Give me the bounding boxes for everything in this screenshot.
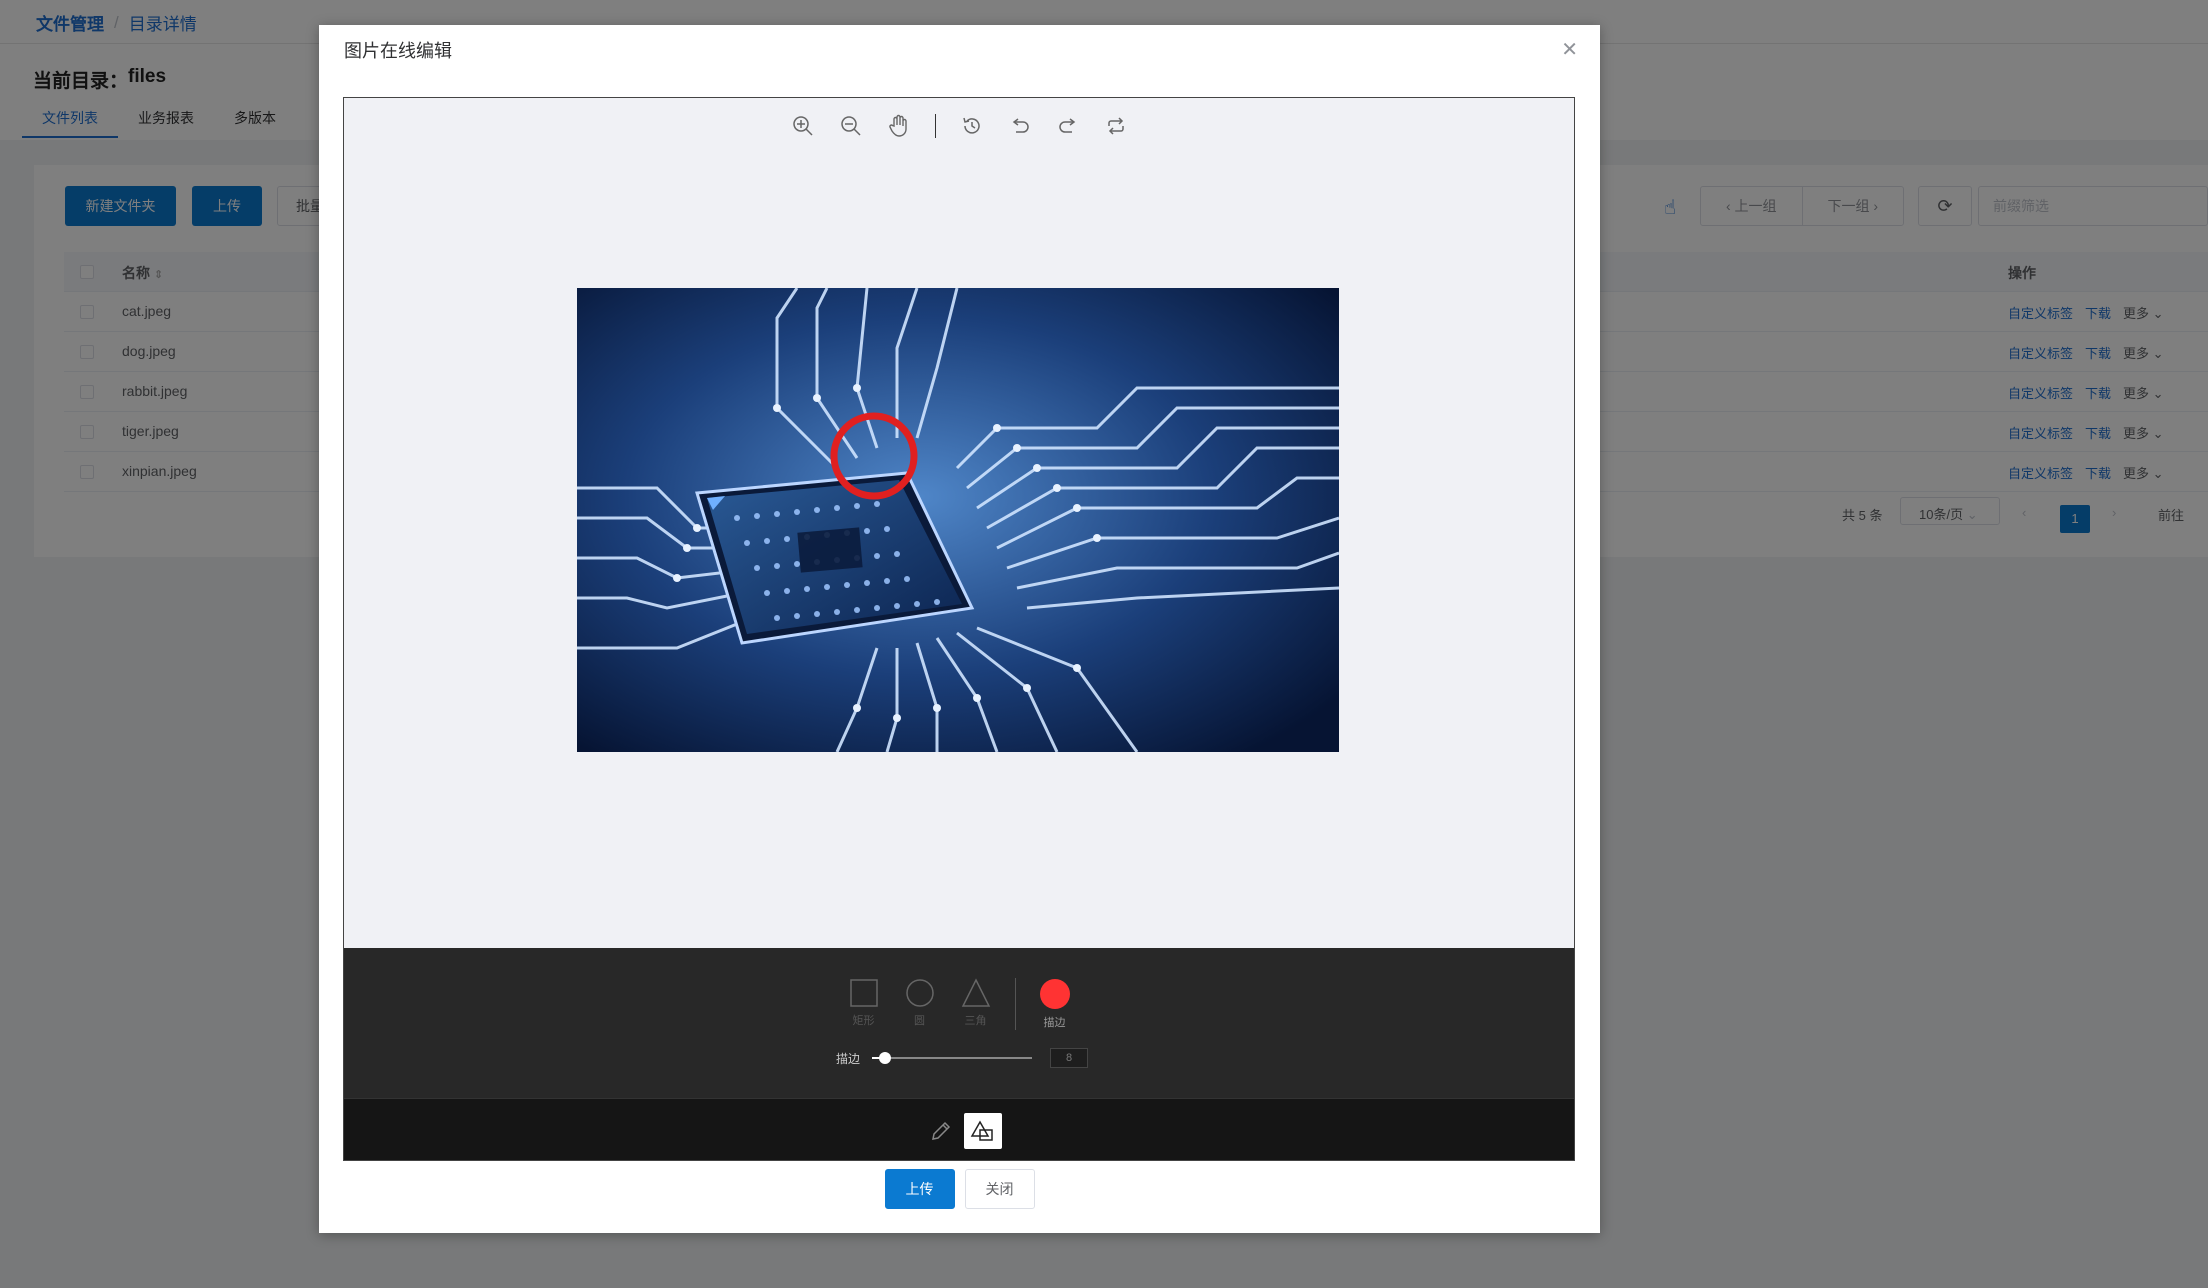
dialog-upload-button[interactable]: 上传 bbox=[884, 1169, 955, 1209]
stroke-color-swatch bbox=[1039, 979, 1070, 1009]
shape-mode-button[interactable] bbox=[964, 1113, 1002, 1149]
editor-toolbar bbox=[344, 108, 1574, 144]
image-editor-dialog: 图片在线编辑 ✕ 矩形 圆 三角 描边 描边 8 上传 关闭 bbox=[319, 25, 1600, 1233]
shape-circle-label: 圆 bbox=[914, 1015, 925, 1027]
dialog-title: 图片在线编辑 bbox=[344, 41, 452, 61]
triangle-icon bbox=[961, 978, 990, 1007]
dialog-close-button[interactable]: 关闭 bbox=[964, 1169, 1035, 1209]
shape-triangle-option[interactable]: 三角 bbox=[959, 978, 993, 1028]
zoom-in-icon[interactable] bbox=[791, 114, 815, 138]
history-icon[interactable] bbox=[960, 114, 984, 138]
mode-bar bbox=[344, 1098, 1574, 1160]
shape-triangle-label: 三角 bbox=[964, 1015, 987, 1027]
toolbar-divider bbox=[934, 114, 936, 138]
close-icon[interactable]: ✕ bbox=[1561, 37, 1578, 62]
circle-icon bbox=[905, 979, 934, 1007]
shape-panel: 矩形 圆 三角 描边 描边 8 bbox=[344, 948, 1574, 1098]
dialog-footer: 上传 关闭 bbox=[319, 1169, 1600, 1209]
stroke-color-option[interactable]: 描边 bbox=[1038, 978, 1072, 1030]
shape-options: 矩形 圆 三角 描边 bbox=[344, 978, 1574, 1030]
editing-image[interactable] bbox=[577, 288, 1339, 752]
redo-icon[interactable] bbox=[1056, 114, 1080, 138]
square-icon bbox=[849, 979, 878, 1007]
image-editor: 矩形 圆 三角 描边 描边 8 bbox=[343, 97, 1575, 1161]
pencil-icon bbox=[932, 1121, 951, 1140]
stroke-width-input[interactable]: 8 bbox=[1050, 1048, 1088, 1068]
reset-icon[interactable] bbox=[1104, 114, 1128, 138]
shape-rect-label: 矩形 bbox=[852, 1015, 875, 1027]
stroke-width-slider[interactable] bbox=[872, 1050, 1032, 1066]
draw-mode-button[interactable] bbox=[922, 1113, 960, 1149]
slider-handle[interactable] bbox=[879, 1052, 891, 1064]
zoom-out-icon[interactable] bbox=[839, 114, 863, 138]
hand-pan-icon[interactable] bbox=[887, 114, 911, 138]
undo-icon[interactable] bbox=[1008, 114, 1032, 138]
shapes-icon bbox=[970, 1120, 993, 1141]
slider-track bbox=[872, 1057, 1032, 1059]
shape-rect-option[interactable]: 矩形 bbox=[847, 978, 881, 1028]
stroke-width-label: 描边 bbox=[835, 1051, 860, 1066]
stroke-width-row: 描边 8 bbox=[344, 1048, 1574, 1068]
circuit-board-illustration bbox=[577, 288, 1339, 752]
panel-divider bbox=[1014, 978, 1016, 1030]
stroke-color-label: 描边 bbox=[1043, 1017, 1066, 1029]
shape-circle-option[interactable]: 圆 bbox=[903, 978, 937, 1028]
